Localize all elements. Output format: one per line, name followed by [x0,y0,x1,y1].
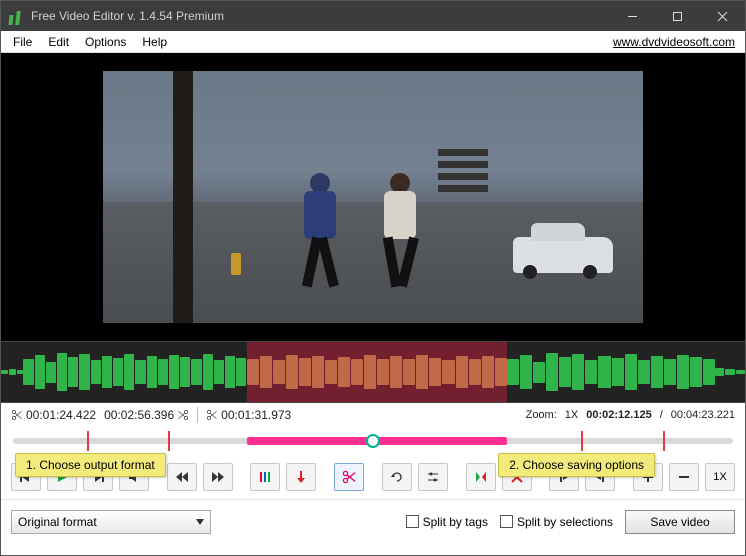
scissors-icon [342,470,356,484]
cut-a-end: 00:02:56.396 [104,408,189,422]
timeline-track[interactable] [1,427,745,455]
waveform[interactable] [1,341,745,403]
split-by-selections-checkbox[interactable]: Split by selections [500,515,613,529]
bars-icon [258,470,272,484]
cut-a-end-value: 00:02:56.396 [104,408,174,422]
zoom-value: 1X [565,409,578,421]
timecode-row: 00:01:24.422 00:02:56.396 00:01:31.973 Z… [1,403,745,427]
rotate-button[interactable] [382,463,412,491]
detect-bars-button[interactable] [250,463,280,491]
cut-a-start-value: 00:01:24.422 [26,408,96,422]
video-frame[interactable] [103,71,643,323]
total-time: 00:04:23.221 [671,409,735,421]
maximize-button[interactable] [655,1,700,31]
zoom-out-button[interactable] [669,463,699,491]
settings-button[interactable] [418,463,448,491]
rewind-icon [175,470,189,484]
detect-download-button[interactable] [286,463,316,491]
seek-end-button[interactable] [203,463,233,491]
menu-file[interactable]: File [5,33,40,51]
split-by-selections-label: Split by selections [517,515,613,529]
scissors-icon [177,409,189,421]
window-title: Free Video Editor v. 1.4.54 Premium [31,9,610,23]
rotate-icon [390,470,404,484]
fastforward-icon [211,470,225,484]
minimize-button[interactable] [610,1,655,31]
menu-help[interactable]: Help [134,33,175,51]
checkbox-icon [406,515,419,528]
split-by-tags-label: Split by tags [423,515,488,529]
app-icon [7,7,25,25]
cut-b-start: 00:01:31.973 [206,408,291,422]
save-video-label: Save video [650,515,709,529]
video-preview-area [1,53,745,341]
chevron-down-icon [196,519,204,525]
menu-edit[interactable]: Edit [40,33,77,51]
zoom-label: Zoom: [526,409,557,421]
output-format-value: Original format [18,515,97,529]
callout-saving-options: 2. Choose saving options [498,453,655,477]
cut-b-start-value: 00:01:31.973 [221,408,291,422]
titlebar: Free Video Editor v. 1.4.54 Premium [1,1,745,31]
sliders-icon [426,470,440,484]
swap-icon [474,470,488,484]
checkbox-icon [500,515,513,528]
zoom-reset-label: 1X [713,471,726,483]
cut-a-start: 00:01:24.422 [11,408,96,422]
seek-start-button[interactable] [167,463,197,491]
menu-options[interactable]: Options [77,33,134,51]
time-separator: / [660,409,663,421]
playhead-handle[interactable] [366,434,380,448]
close-button[interactable] [700,1,745,31]
invert-selection-button[interactable] [466,463,496,491]
zoom-reset-button[interactable]: 1X [705,463,735,491]
output-format-select[interactable]: Original format [11,510,211,534]
cut-tool-button[interactable] [334,463,364,491]
minus-icon [677,470,691,484]
menubar: File Edit Options Help www.dvdvideosoft.… [1,31,745,53]
current-time: 00:02:12.125 [586,409,651,421]
scissors-icon [11,409,23,421]
split-by-tags-checkbox[interactable]: Split by tags [406,515,488,529]
toolbar: 1. Choose output format 2. Choose saving… [1,455,745,499]
website-link[interactable]: www.dvdvideosoft.com [613,35,741,49]
save-video-button[interactable]: Save video [625,510,735,534]
scissors-icon [206,409,218,421]
callout-output-format: 1. Choose output format [15,453,166,477]
footer: Original format Split by tags Split by s… [1,499,745,543]
download-icon [294,470,308,484]
